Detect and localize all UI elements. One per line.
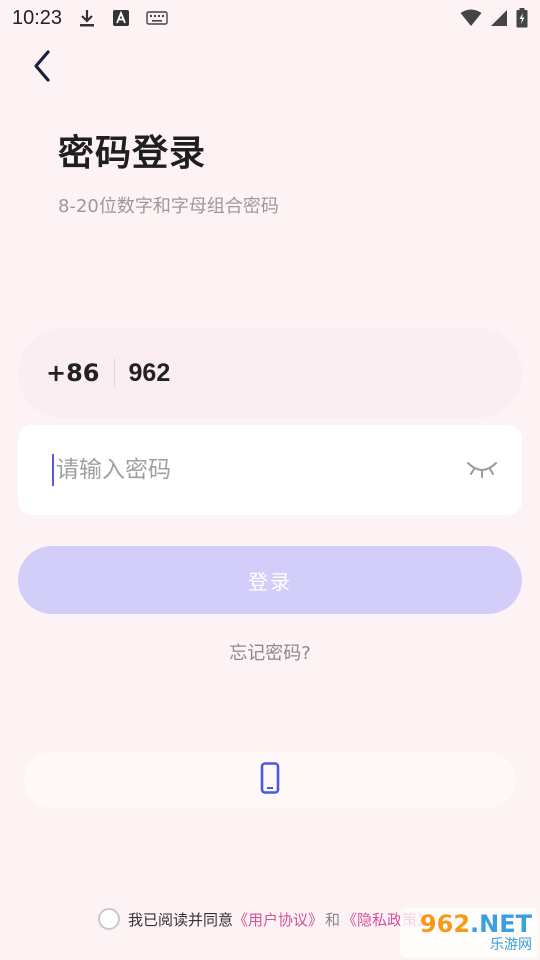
watermark-number: 962 bbox=[419, 910, 471, 938]
agreement-and: 和 bbox=[325, 910, 341, 929]
user-agreement-link[interactable]: 《用户协议》 bbox=[233, 909, 323, 930]
text-a-icon bbox=[112, 9, 130, 27]
download-icon bbox=[78, 8, 96, 28]
forgot-password-link[interactable]: 忘记密码? bbox=[0, 639, 540, 665]
agreement-checkbox[interactable] bbox=[98, 908, 120, 930]
phone-field[interactable]: +86 962 bbox=[18, 328, 522, 418]
watermark-suffix: .NET bbox=[470, 910, 532, 938]
status-left: 10:23 bbox=[12, 7, 168, 30]
watermark-caption: 乐游网 bbox=[490, 937, 532, 953]
phone-login-button[interactable] bbox=[250, 760, 290, 800]
password-field[interactable] bbox=[18, 425, 522, 515]
keyboard-icon bbox=[146, 11, 168, 25]
page-title: 密码登录 bbox=[58, 133, 207, 174]
agreement-prefix: 我已阅读并同意 bbox=[128, 910, 234, 929]
login-button[interactable]: 登录 bbox=[18, 546, 522, 614]
chevron-left-icon bbox=[31, 49, 53, 87]
status-time: 10:23 bbox=[12, 6, 63, 29]
back-button[interactable] bbox=[24, 48, 60, 88]
watermark-brand: 962.NET bbox=[420, 912, 532, 936]
password-visibility-toggle[interactable] bbox=[464, 455, 500, 485]
eye-closed-icon bbox=[466, 457, 498, 483]
page-subtitle: 8-20位数字和字母组合密码 bbox=[58, 196, 279, 217]
status-right bbox=[460, 8, 528, 28]
text-caret bbox=[52, 454, 54, 486]
phone-number-value: 962 bbox=[128, 358, 171, 387]
alt-login-bar bbox=[24, 752, 516, 808]
watermark-logo: 962.NET 乐游网 bbox=[400, 908, 538, 958]
wifi-icon bbox=[460, 9, 482, 27]
smartphone-icon bbox=[260, 762, 280, 798]
agreement-row: 我已阅读并同意 《用户协议》 和 《隐私政策》 bbox=[98, 906, 432, 932]
status-bar: 10:23 bbox=[0, 0, 540, 36]
battery-charging-icon bbox=[516, 8, 528, 28]
country-code-selector[interactable]: +86 bbox=[46, 359, 100, 387]
phone-divider bbox=[113, 358, 115, 388]
cell-signal-icon bbox=[490, 9, 508, 27]
password-input[interactable] bbox=[56, 457, 464, 483]
